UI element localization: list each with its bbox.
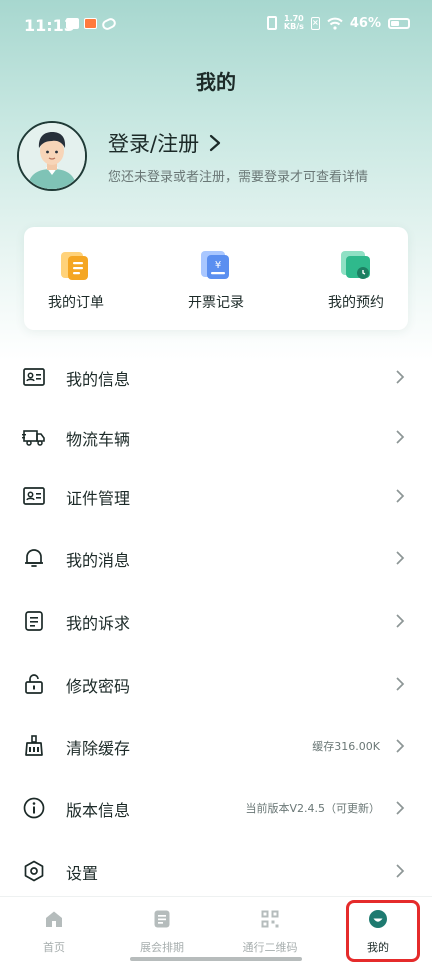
gesture-home-bar[interactable] [130,957,302,961]
menu-item-label: 我的消息 [66,551,131,570]
chevron-right-icon [396,739,405,753]
chevron-right-icon [209,134,221,152]
mail-icon [66,18,79,29]
menu-item-label: 版本信息 [66,801,131,820]
notification-icons [66,16,118,31]
menu-item-clear-cache[interactable]: 清除缓存 缓存316.00K [0,716,432,776]
avatar[interactable] [17,121,87,191]
status-bar: 11:13 1.70 KB/s × 46% [0,0,432,52]
chevron-right-icon [396,551,405,565]
vibrate-icon [266,16,277,30]
schedule-icon [154,910,170,928]
battery-icon [388,17,410,29]
id-card-icon [23,487,45,505]
login-subtitle: 您还未登录或者注册，需要登录才可查看详情 [108,170,369,185]
status-right: 1.70 KB/s × 46% [266,15,410,31]
net-speed-unit: KB/s [283,22,304,31]
menu-item-change-password[interactable]: 修改密码 [0,654,432,714]
chevron-right-icon [396,430,405,444]
cache-size-text: 缓存316.00K [312,740,380,753]
info-icon [23,797,45,819]
lock-icon [25,674,43,694]
chevron-right-icon [396,489,405,503]
quick-action-label: 我的预约 [328,295,384,311]
tab-label: 展会排期 [140,941,184,954]
chevron-right-icon [396,801,405,815]
appointment-icon [338,247,374,283]
menu-item-label: 物流车辆 [66,430,131,449]
order-icon [58,247,94,283]
chevron-right-icon [396,370,405,384]
quick-action-label: 我的订单 [48,295,104,311]
page-title: 我的 [196,70,236,94]
menu-item-version-info[interactable]: 版本信息 当前版本V2.4.5（可更新） [0,778,432,838]
home-icon [46,911,62,927]
menu-item-certificate-management[interactable]: 证件管理 [0,466,432,526]
truck-icon [22,430,45,446]
net-speed: 1.70 KB/s [284,15,304,31]
bell-icon [25,549,43,567]
menu-item-my-info[interactable]: 我的信息 [0,347,432,407]
sim-icon: × [310,16,320,30]
menu-item-label: 修改密码 [66,677,131,696]
menu-item-label: 证件管理 [66,489,131,508]
menu-item-logistics-vehicles[interactable]: 物流车辆 [0,407,432,467]
quick-action-appointments[interactable]: 我的预约 [306,247,406,312]
menu-item-label: 我的诉求 [66,614,131,633]
app-notification-icon-2 [100,16,118,31]
tab-home[interactable]: 首页 [4,909,104,955]
avatar-illustration [19,123,85,189]
tab-label: 通行二维码 [242,941,298,954]
menu-item-label: 我的信息 [66,370,131,389]
invoice-icon: ¥ [198,247,234,283]
menu-item-my-appeals[interactable]: 我的诉求 [0,591,432,651]
quick-action-label: 开票记录 [188,295,244,311]
menu-item-label: 设置 [66,864,99,883]
wifi-icon [327,17,343,30]
version-text: 当前版本V2.4.5（可更新） [245,802,380,815]
quick-action-invoices[interactable]: ¥ 开票记录 [166,247,266,312]
active-tab-highlight [346,900,420,962]
app-notification-icon [84,18,97,29]
menu-item-my-messages[interactable]: 我的消息 [0,528,432,588]
login-title: 登录/注册 [108,132,200,156]
qrcode-icon [261,910,279,928]
tab-exhibition-schedule[interactable]: 展会排期 [112,909,212,955]
quick-action-orders[interactable]: 我的订单 [26,247,126,312]
document-icon [25,611,43,631]
chevron-right-icon [396,614,405,628]
login-register-link[interactable]: 登录/注册 [108,128,221,158]
chevron-right-icon [396,864,405,878]
svg-text:¥: ¥ [215,260,221,271]
id-card-icon [23,368,45,386]
settings-icon [24,860,44,882]
chevron-right-icon [396,677,405,691]
quick-actions-card: 我的订单 ¥ 开票记录 我的预约 [24,227,408,330]
broom-icon [25,735,43,756]
tab-label: 首页 [43,941,65,954]
menu-item-settings[interactable]: 设置 [0,841,432,901]
menu-item-label: 清除缓存 [66,739,131,758]
battery-percent: 46% [349,15,381,31]
tab-pass-qrcode[interactable]: 通行二维码 [220,909,320,955]
